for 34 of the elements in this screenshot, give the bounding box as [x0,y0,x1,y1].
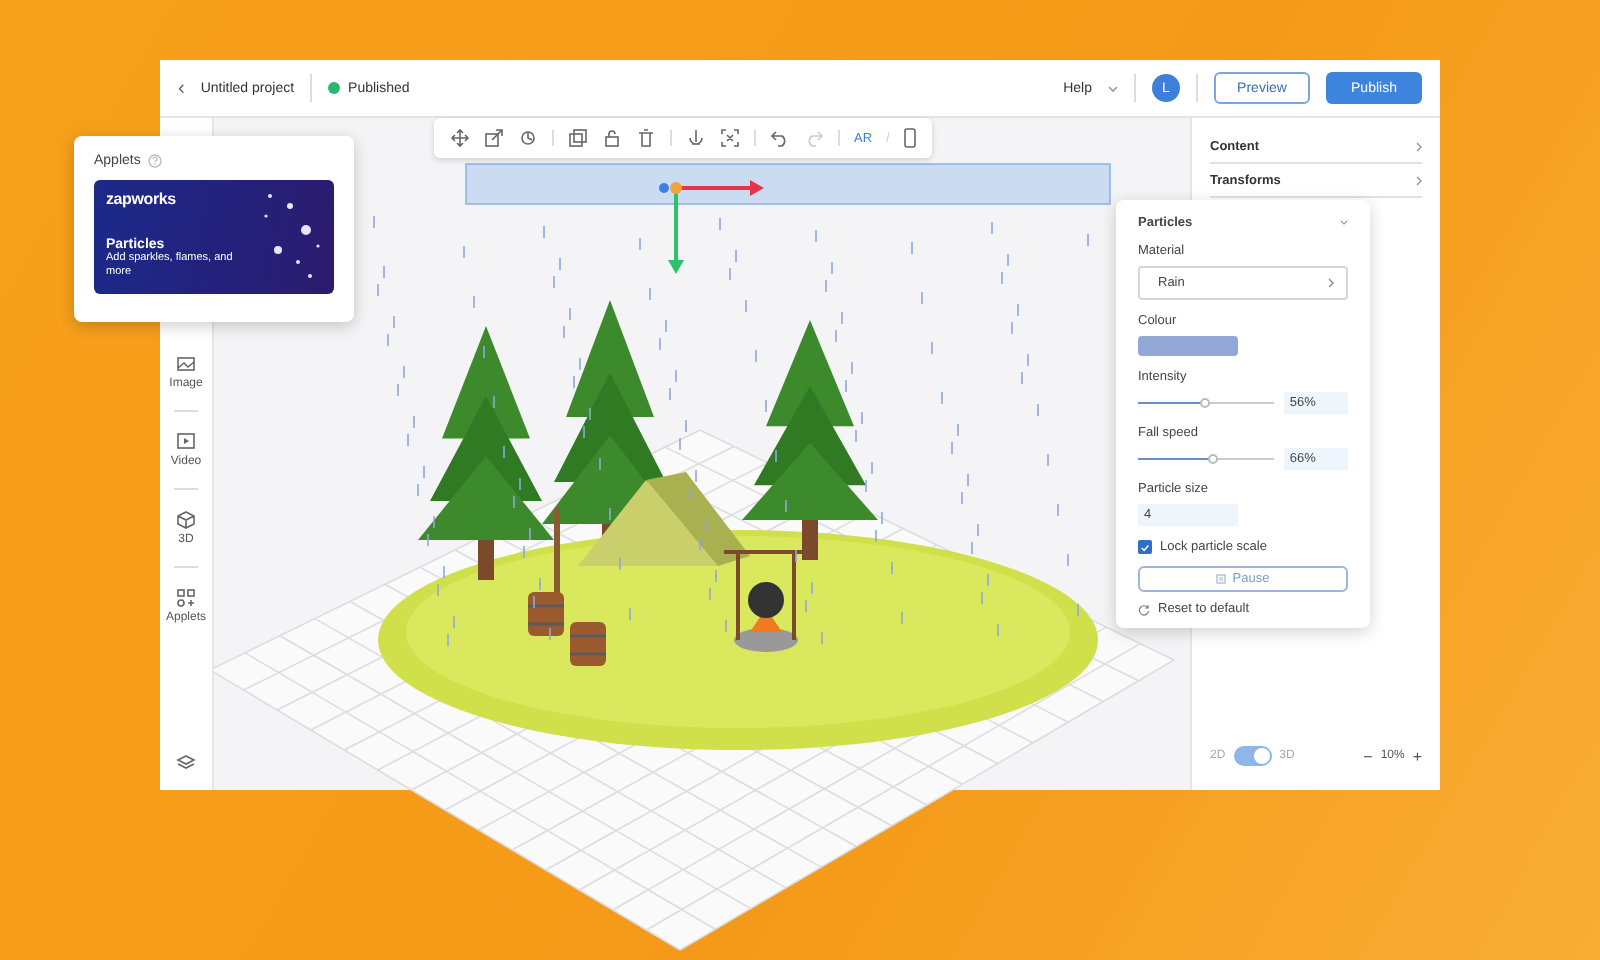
zoom-in-button[interactable]: + [1412,747,1422,765]
slider-thumb[interactable] [1199,397,1210,407]
chevron-icon [1416,175,1422,185]
anchor-icon[interactable] [686,128,706,148]
caret-icon [1340,220,1348,226]
colour-swatch[interactable] [1138,336,1238,356]
image-icon [176,354,196,374]
status-dot [328,82,341,94]
move-icon[interactable] [450,128,470,148]
checkbox[interactable] [1138,540,1152,554]
pause-icon [1216,574,1227,584]
undo-icon[interactable] [770,128,790,148]
chevron-icon [1416,141,1422,151]
reset-icon [1138,603,1150,615]
rotate-icon[interactable] [518,128,538,148]
duplicate-icon[interactable] [568,128,588,148]
applets-icon [175,588,196,608]
caret-icon [1108,85,1118,91]
chevron-icon [1328,278,1334,288]
lock-icon[interactable] [602,128,622,148]
cube-icon [176,510,196,530]
brand-logo: zapworks [106,190,178,208]
mode-toggle[interactable] [1233,746,1272,766]
slider-thumb[interactable] [1207,453,1218,463]
layers-icon[interactable] [176,754,196,770]
help-icon [148,154,163,168]
trash-icon[interactable] [636,128,656,148]
resize-icon[interactable] [484,128,504,148]
zoom-out-button[interactable]: − [1363,747,1373,765]
phone-icon[interactable] [903,128,916,148]
transform-gizmo[interactable] [659,180,764,274]
back-button[interactable]: ‹ [178,77,185,99]
video-icon [176,432,196,452]
fit-icon[interactable] [720,128,740,148]
